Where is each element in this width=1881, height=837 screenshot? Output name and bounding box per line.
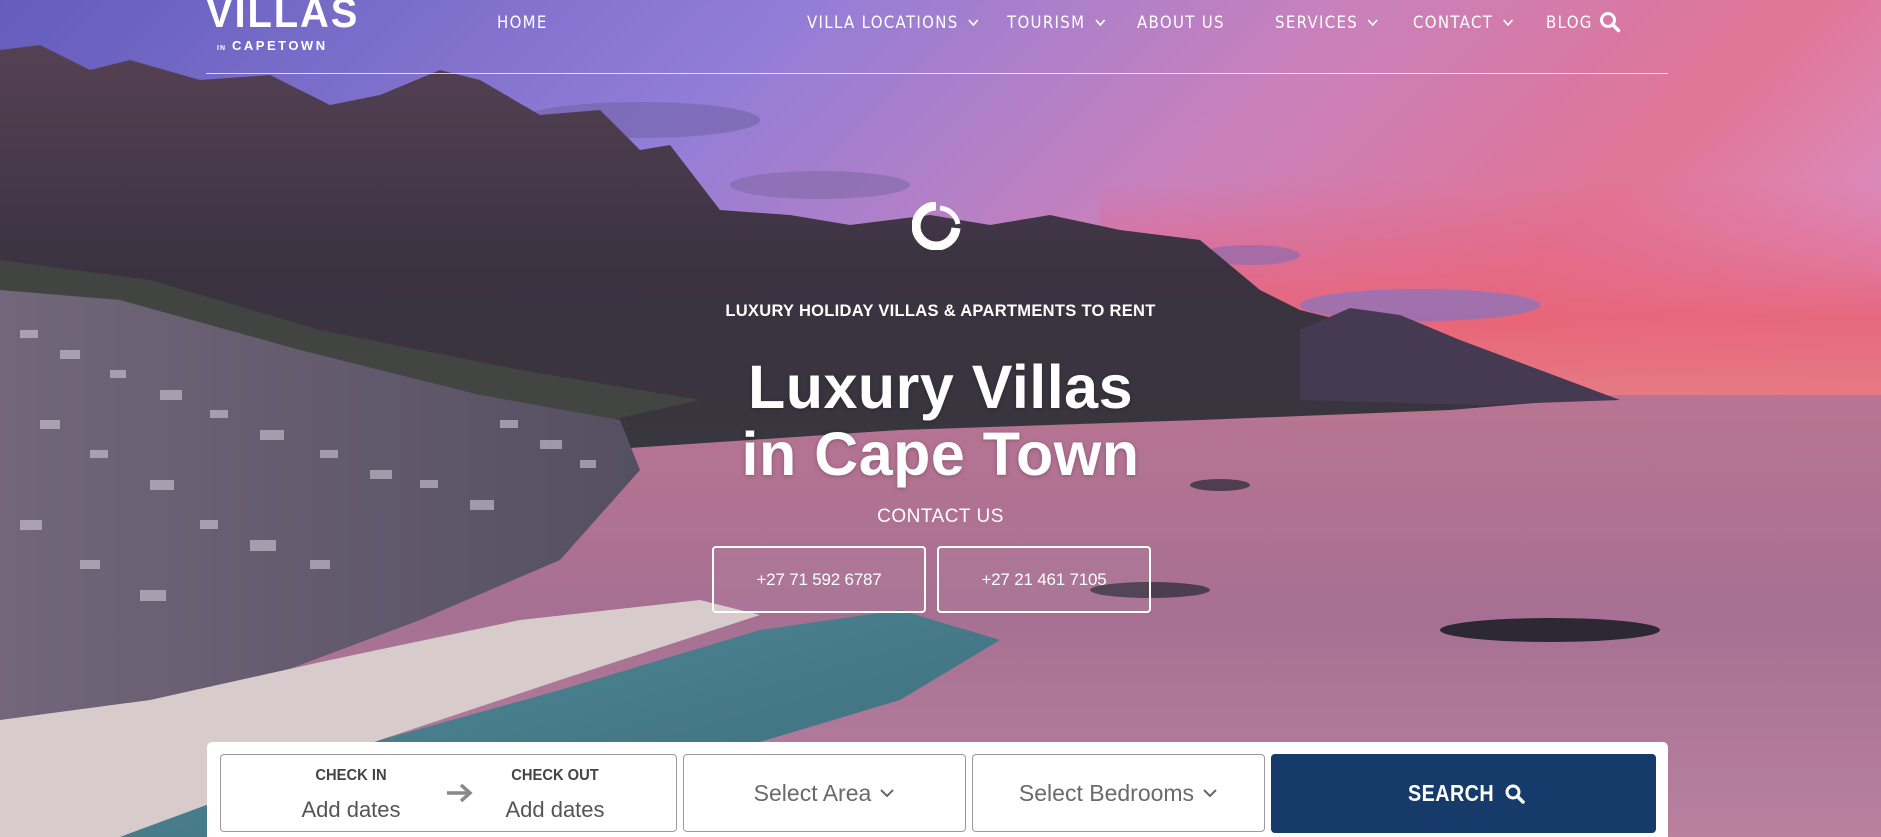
chevron-down-icon bbox=[1503, 19, 1514, 27]
nav-item-blog[interactable]: BLOG bbox=[1546, 13, 1593, 33]
hero-section: VILLAS IN CAPETOWN HOME VILLA LOCATIONS … bbox=[0, 0, 1881, 837]
logo-small-text: IN bbox=[217, 45, 226, 52]
chevron-down-icon bbox=[1203, 789, 1217, 798]
check-in-value: Add dates bbox=[301, 797, 401, 822]
check-in-label: CHECK IN bbox=[315, 767, 387, 784]
nav-item-label: CONTACT bbox=[1413, 13, 1494, 33]
nav-item-label: BLOG bbox=[1546, 13, 1593, 33]
nav-item-about-us[interactable]: ABOUT US bbox=[1137, 13, 1225, 33]
booking-search-bar: CHECK IN Add dates CHECK OUT Add dates S… bbox=[207, 742, 1668, 837]
bedrooms-select-value: Select Bedrooms bbox=[1018, 779, 1195, 806]
check-out-label: CHECK OUT bbox=[511, 767, 599, 784]
phone-button-mobile[interactable]: +27 71 592 6787 bbox=[712, 546, 926, 613]
arrow-right-icon bbox=[447, 783, 473, 803]
chevron-down-icon bbox=[880, 789, 895, 798]
site-logo[interactable]: VILLAS IN CAPETOWN bbox=[206, 0, 366, 53]
area-select[interactable]: Select Area bbox=[683, 754, 966, 832]
nav-item-services[interactable]: SERVICES bbox=[1275, 13, 1379, 33]
logo-city-text: CAPETOWN bbox=[232, 38, 328, 53]
hero-tagline: LUXURY HOLIDAY VILLAS & APARTMENTS TO RE… bbox=[725, 302, 1156, 320]
nav-item-label: ABOUT US bbox=[1137, 13, 1225, 33]
search-button-label: SEARCH bbox=[1408, 780, 1495, 806]
nav-item-label: TOURISM bbox=[1007, 13, 1086, 33]
search-icon bbox=[1505, 784, 1525, 804]
nav-item-home[interactable]: HOME bbox=[497, 13, 548, 33]
brand-mark-icon bbox=[912, 202, 961, 250]
nav-item-label: SERVICES bbox=[1275, 13, 1359, 33]
chevron-down-icon bbox=[1368, 19, 1379, 27]
nav-item-tourism[interactable]: TOURISM bbox=[1007, 13, 1106, 33]
contact-us-label: CONTACT US bbox=[877, 506, 1004, 527]
hero-title-line-2: in Cape Town bbox=[741, 420, 1140, 488]
date-range-picker[interactable]: CHECK IN Add dates CHECK OUT Add dates bbox=[220, 754, 677, 832]
nav-item-label: HOME bbox=[497, 13, 548, 33]
site-header: VILLAS IN CAPETOWN HOME VILLA LOCATIONS … bbox=[206, 0, 1668, 74]
nav-item-villa-locations[interactable]: VILLA LOCATIONS bbox=[807, 13, 980, 33]
chevron-down-icon bbox=[968, 19, 979, 27]
search-button[interactable]: SEARCH bbox=[1271, 754, 1656, 833]
area-select-value: Select Area bbox=[753, 779, 872, 806]
phone-button-landline[interactable]: +27 21 461 7105 bbox=[937, 546, 1151, 613]
logo-main-text: VILLAS bbox=[206, 0, 360, 36]
main-nav: HOME VILLA LOCATIONS TOURISM ABOUT US SE… bbox=[497, 10, 1591, 36]
search-icon[interactable] bbox=[1599, 11, 1621, 33]
hero-title: Luxury Villas in Cape Town bbox=[0, 354, 1881, 488]
nav-item-contact[interactable]: CONTACT bbox=[1413, 13, 1514, 33]
hero-title-line-1: Luxury Villas bbox=[747, 353, 1134, 421]
nav-item-label: VILLA LOCATIONS bbox=[807, 13, 959, 33]
chevron-down-icon bbox=[1095, 19, 1106, 27]
logo-subtitle: IN CAPETOWN bbox=[217, 38, 328, 53]
check-out-value: Add dates bbox=[505, 797, 605, 822]
bedrooms-select[interactable]: Select Bedrooms bbox=[972, 754, 1265, 832]
